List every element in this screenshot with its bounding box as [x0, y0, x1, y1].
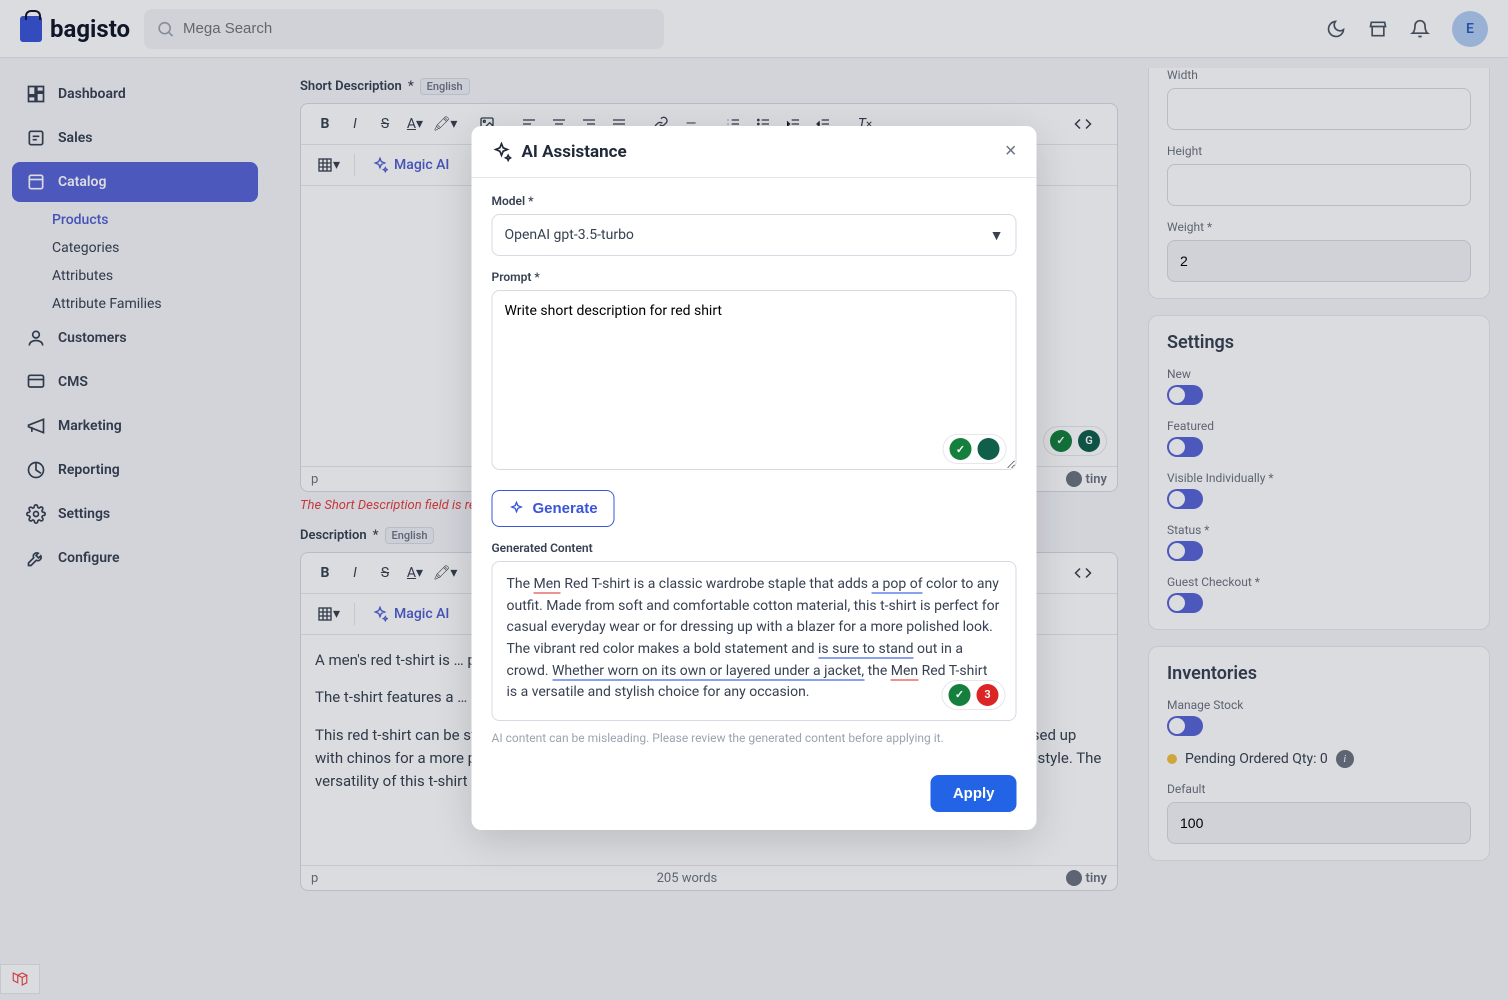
model-select[interactable]: OpenAI gpt-3.5-turbo ▼ [492, 214, 1017, 256]
generated-label: Generated Content [492, 541, 1017, 555]
model-label: Model * [492, 194, 1017, 208]
apply-button[interactable]: Apply [931, 775, 1017, 812]
prompt-label: Prompt * [492, 270, 1017, 284]
generate-button[interactable]: Generate [492, 490, 615, 527]
chevron-down-icon: ▼ [990, 227, 1004, 244]
modal-close-button[interactable]: × [1005, 140, 1017, 163]
sparkle-icon [492, 142, 512, 162]
grammarly-icon[interactable]: ✓ [950, 438, 972, 460]
grammarly-icon[interactable]: ✓ [949, 684, 971, 706]
modal-header: AI Assistance × [472, 126, 1037, 178]
ai-assistance-modal: AI Assistance × Model * OpenAI gpt-3.5-t… [472, 126, 1037, 830]
grammarly-error-count[interactable]: 3 [977, 684, 999, 706]
prompt-textarea[interactable] [492, 290, 1017, 470]
grammar-badges: ✓ 3 [942, 680, 1006, 710]
modal-title: AI Assistance [522, 142, 627, 162]
ai-disclaimer: AI content can be misleading. Please rev… [492, 731, 1017, 745]
sparkle-icon [509, 501, 525, 517]
grammarly-status-icon[interactable] [978, 438, 1000, 460]
generated-content[interactable]: The Men Red T-shirt is a classic wardrob… [492, 561, 1017, 721]
grammar-badges: ✓ [943, 434, 1007, 464]
